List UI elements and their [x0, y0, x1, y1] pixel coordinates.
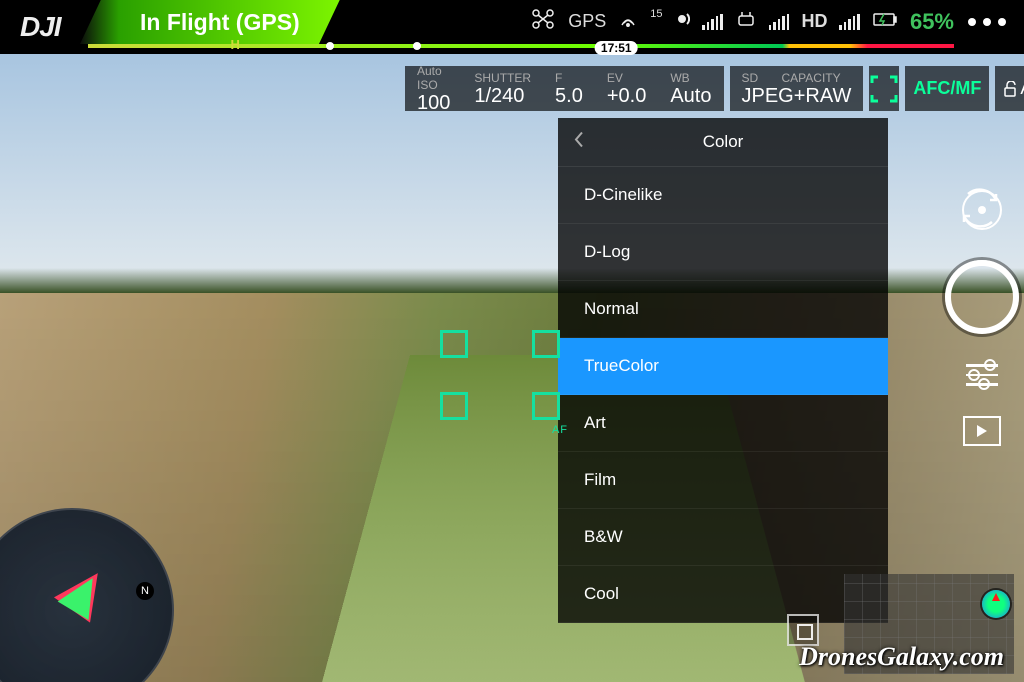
- flight-time: 17:51: [595, 41, 638, 55]
- flight-status-text: In Flight (GPS): [140, 9, 300, 36]
- satellite-icon: [618, 9, 638, 34]
- sd-label: SD: [742, 71, 759, 85]
- rc-signal-bars-icon: [702, 14, 723, 30]
- compass-button[interactable]: [982, 590, 1010, 618]
- storage-group[interactable]: SD CAPACITY JPEG+RAW: [730, 66, 864, 111]
- menu-header: Color: [558, 118, 888, 167]
- iso-label: Auto ISO: [417, 65, 450, 91]
- shutter-label: SHUTTER: [474, 72, 531, 85]
- aperture-setting: F 5.0: [543, 66, 595, 111]
- drone-connect-icon: [530, 8, 556, 35]
- shutter-setting: SHUTTER 1/240: [462, 66, 543, 111]
- color-option-truecolor[interactable]: TrueColor: [558, 338, 888, 395]
- switch-camera-icon: [954, 182, 1006, 234]
- battery-percent: 65%: [910, 9, 954, 35]
- color-option-d-log[interactable]: D-Log: [558, 224, 888, 281]
- status-indicators: GPS 15 HD: [530, 8, 954, 35]
- camera-controls-rail: [952, 190, 1012, 446]
- ev-setting: EV +0.0: [595, 66, 658, 111]
- hd-signal-bars-icon: [839, 14, 860, 30]
- menu-title: Color: [703, 132, 744, 152]
- top-bar: DJI In Flight (GPS) GPS 15: [0, 0, 1024, 54]
- wb-label: WB: [670, 72, 711, 85]
- shutter-button[interactable]: [945, 260, 1019, 334]
- af-mf-label: AFC/MF: [913, 78, 981, 99]
- color-option-cool[interactable]: Cool: [558, 566, 888, 623]
- aperture-label: F: [555, 72, 583, 85]
- wb-value: Auto: [670, 85, 711, 107]
- ae-label: AE: [1020, 78, 1024, 99]
- shutter-value: 1/240: [474, 85, 531, 107]
- camera-settings-bar: Auto ISO 100 SHUTTER 1/240 F 5.0 EV +0.0…: [405, 66, 1016, 111]
- color-option-d-cinelike[interactable]: D-Cinelike: [558, 167, 888, 224]
- rc-signal-icon: [674, 11, 690, 32]
- controller-icon: [735, 10, 757, 33]
- lock-icon: [1003, 81, 1017, 97]
- north-indicator: N: [136, 582, 154, 600]
- switch-camera-button[interactable]: [962, 190, 1002, 230]
- iso-value: 100: [417, 92, 450, 114]
- af-mf-toggle[interactable]: AFC/MF: [905, 66, 989, 111]
- ae-lock-button[interactable]: AE: [995, 66, 1024, 111]
- home-marker: H: [231, 37, 240, 52]
- watermark: DronesGalaxy.com: [799, 642, 1004, 672]
- gps-label: GPS: [568, 11, 606, 32]
- battery-icon: [872, 9, 898, 34]
- flight-status-chip[interactable]: In Flight (GPS): [80, 0, 340, 44]
- more-menu-button[interactable]: [968, 18, 1006, 26]
- ae-lock-indicator: AE: [1003, 78, 1024, 99]
- format-setting: SD CAPACITY JPEG+RAW: [730, 66, 864, 111]
- color-option-normal[interactable]: Normal: [558, 281, 888, 338]
- attitude-radar[interactable]: N: [0, 508, 174, 682]
- capacity-label: CAPACITY: [782, 71, 841, 85]
- color-option-film[interactable]: Film: [558, 452, 888, 509]
- brand-text: DJI: [20, 11, 61, 43]
- hd-label: HD: [801, 11, 827, 32]
- color-menu-panel: Color D-Cinelike D-Log Normal TrueColor …: [558, 118, 888, 623]
- camera-settings-button[interactable]: [966, 364, 998, 386]
- back-button[interactable]: [572, 131, 586, 154]
- exposure-group[interactable]: Auto ISO 100 SHUTTER 1/240 F 5.0 EV +0.0…: [405, 66, 724, 111]
- focus-area-button[interactable]: [869, 66, 899, 111]
- format-value: JPEG+RAW: [742, 85, 852, 107]
- playback-button[interactable]: [963, 416, 1001, 446]
- satellite-count: 15: [650, 8, 662, 20]
- ev-value: +0.0: [607, 85, 646, 107]
- iso-setting: Auto ISO 100: [405, 66, 462, 111]
- controller-signal-bars-icon: [769, 14, 790, 30]
- ev-label: EV: [607, 72, 646, 85]
- flight-timeline[interactable]: H 17:51: [88, 44, 954, 48]
- wb-setting: WB Auto: [658, 66, 723, 111]
- af-indicator: AF: [552, 424, 568, 436]
- focus-bracket-overlay[interactable]: AF: [440, 330, 560, 420]
- color-option-art[interactable]: Art: [558, 395, 888, 452]
- aperture-value: 5.0: [555, 85, 583, 107]
- brand-logo: DJI: [20, 0, 61, 54]
- chevron-left-icon: [572, 131, 586, 149]
- color-option-bw[interactable]: B&W: [558, 509, 888, 566]
